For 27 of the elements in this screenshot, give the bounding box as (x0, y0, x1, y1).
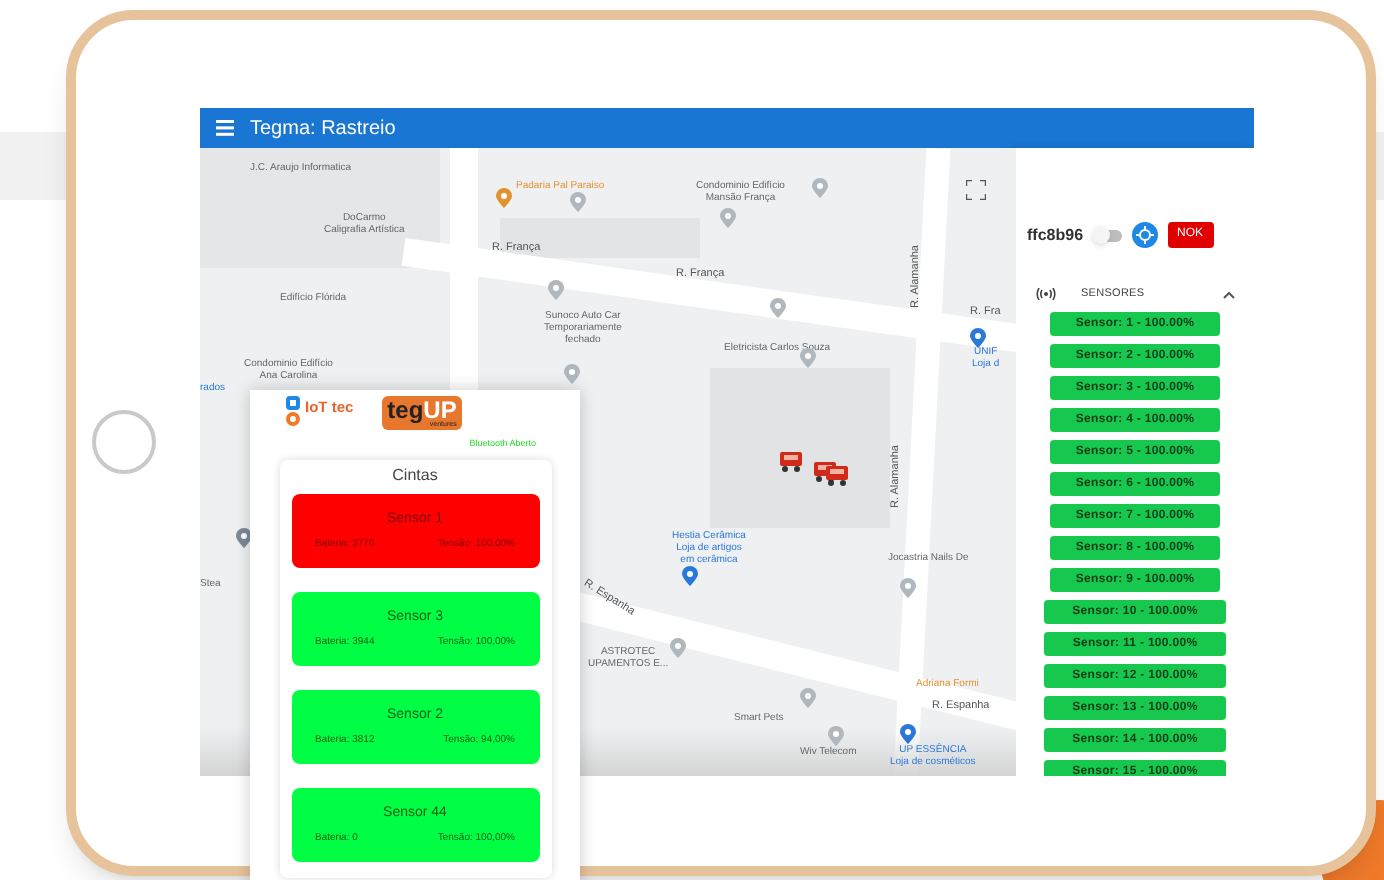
map-pin-icon[interactable] (812, 178, 828, 198)
broadcast-icon (1035, 288, 1055, 301)
app-title: Tegma: Rastreio (250, 115, 396, 143)
map-pin-icon[interactable] (548, 280, 564, 300)
menu-icon[interactable] (216, 120, 234, 136)
map-pin-icon[interactable] (828, 726, 844, 746)
truck-icon[interactable] (826, 466, 848, 486)
map-pin-icon[interactable] (570, 192, 586, 212)
map-pin-icon[interactable] (800, 348, 816, 368)
map-pin-icon[interactable] (770, 298, 786, 318)
locate-button[interactable] (1131, 222, 1158, 248)
truck-icon[interactable] (780, 452, 802, 472)
map-pin-icon[interactable] (682, 566, 698, 586)
map-pin-icon[interactable] (670, 638, 686, 658)
map-pin-icon[interactable] (970, 328, 986, 348)
device-id: ffc8b96 (1027, 223, 1084, 247)
map-pin-icon[interactable] (900, 578, 916, 598)
map-pin-icon[interactable] (900, 724, 916, 744)
crosshair-icon (1135, 226, 1154, 244)
map-pin-icon[interactable] (800, 688, 816, 708)
card-title: Cintas (392, 464, 438, 489)
map-pin-icon[interactable] (720, 208, 736, 228)
toggle-switch[interactable] (1093, 229, 1122, 241)
map-pin-icon[interactable] (496, 188, 512, 208)
chevron-icon (1221, 289, 1235, 300)
fullscreen-icon[interactable] (966, 180, 986, 200)
map-pin-icon[interactable] (564, 364, 580, 384)
